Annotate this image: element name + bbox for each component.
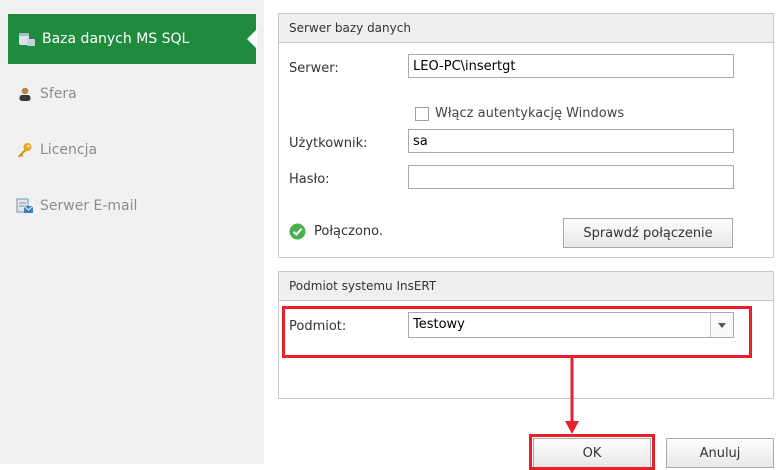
key-icon — [16, 141, 34, 159]
sidebar-item-serwer-email[interactable]: Serwer E-mail — [16, 186, 137, 226]
database-icon — [18, 30, 36, 48]
sidebar-item-label: Sfera — [40, 86, 77, 102]
sidebar-item-sfera[interactable]: Sfera — [16, 74, 77, 114]
email-server-icon — [16, 197, 34, 215]
sidebar: Baza danych MS SQL Sfera Licencja Serwer… — [0, 0, 264, 464]
highlight-arrow — [565, 358, 579, 434]
sidebar-item-ms-sql[interactable]: Baza danych MS SQL — [8, 14, 257, 64]
active-indicator — [247, 29, 257, 49]
sidebar-item-label: Serwer E-mail — [40, 198, 138, 214]
sidebar-item-licencja[interactable]: Licencja — [16, 130, 97, 170]
main-content: Serwer bazy danych Serwer: LEO-PC\insert… — [264, 0, 776, 470]
sidebar-item-label: Licencja — [40, 142, 98, 158]
user-icon — [16, 85, 34, 103]
sidebar-item-label: Baza danych MS SQL — [42, 31, 190, 47]
